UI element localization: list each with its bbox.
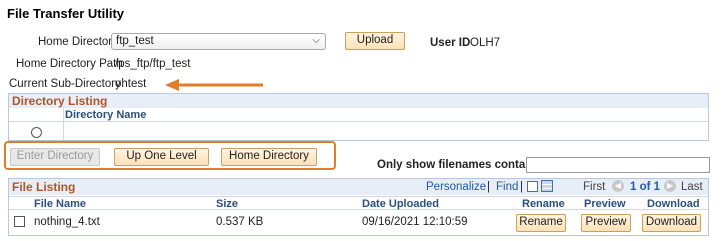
separator: |: [520, 181, 523, 193]
home-directory-select[interactable]: ftp_test ⌵: [111, 33, 326, 50]
radio-icon[interactable]: [31, 127, 42, 138]
date-uploaded-column: Date Uploaded: [362, 198, 440, 210]
directory-listing-header: Directory Name: [9, 108, 708, 122]
home-directory-button[interactable]: Home Directory: [221, 148, 317, 166]
page-info: 1 of 1: [630, 181, 661, 193]
enter-directory-button[interactable]: Enter Directory: [10, 148, 100, 166]
next-icon[interactable]: ▶: [664, 180, 676, 192]
home-directory-value: ftp_test: [116, 35, 154, 47]
size-cell: 0.537 KB: [216, 216, 264, 228]
checkbox-icon[interactable]: [14, 216, 25, 227]
filename-filter-input[interactable]: [526, 157, 710, 173]
preview-button[interactable]: Preview: [581, 214, 631, 232]
first-label: First: [583, 181, 606, 193]
directory-listing-grid: Directory Listing Directory Name: [8, 93, 709, 141]
column-divider: [63, 108, 64, 140]
file-name-column: File Name: [34, 198, 86, 210]
rename-button[interactable]: Rename: [516, 214, 566, 232]
separator: |: [487, 181, 490, 193]
user-id-label: User ID: [430, 37, 471, 49]
directory-name-column: Directory Name: [65, 109, 147, 121]
find-link[interactable]: Find: [496, 181, 518, 193]
download-column: Download: [647, 198, 700, 210]
preview-column: Preview: [584, 198, 626, 210]
file-name-cell: nothing_4.txt: [34, 216, 100, 228]
view-all-icon[interactable]: [527, 181, 538, 192]
home-directory-path-value: /ps_ftp/ftp_test: [115, 58, 191, 70]
download-button[interactable]: Download: [642, 214, 701, 232]
current-subdirectory-label: Current Sub-Directory: [9, 78, 121, 90]
chevron-down-icon: ⌵: [312, 35, 320, 46]
arrow-left-icon: [165, 79, 263, 91]
up-one-level-button[interactable]: Up One Level: [114, 148, 209, 166]
personalize-link[interactable]: Personalize: [426, 181, 486, 193]
date-uploaded-cell: 09/16/2021 12:10:59: [362, 216, 468, 228]
file-listing-grid: File Listing Personalize | Find | First …: [8, 178, 709, 236]
rename-column: Rename: [522, 198, 565, 210]
size-column: Size: [216, 198, 239, 210]
current-subdirectory-value: ohtest: [115, 78, 147, 90]
last-label: Last: [681, 181, 703, 193]
home-directory-label: Home Directory: [38, 36, 118, 48]
upload-button[interactable]: Upload: [345, 32, 405, 50]
table-row: nothing_4.txt 0.537 KB 09/16/2021 12:10:…: [9, 211, 708, 235]
grid-icon[interactable]: [541, 180, 553, 192]
home-directory-path-label: Home Directory Path: [16, 58, 123, 70]
file-listing-header: File Name Size Date Uploaded Rename Prev…: [9, 196, 708, 210]
directory-listing-title: Directory Listing: [9, 94, 708, 108]
user-id-value: OLH7: [470, 37, 501, 49]
page-title: File Transfer Utility: [7, 6, 125, 21]
prev-icon[interactable]: ◀: [612, 180, 624, 192]
